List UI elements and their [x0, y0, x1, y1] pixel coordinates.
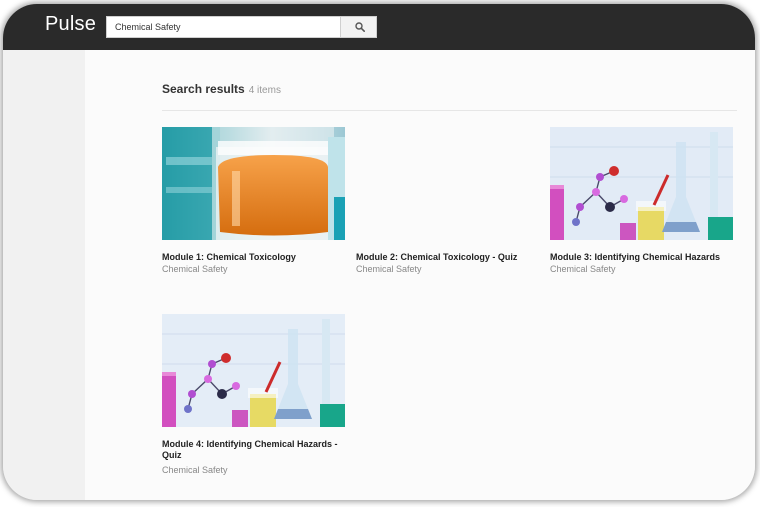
module-subtitle: Chemical Safety	[550, 264, 616, 274]
module-title[interactable]: Module 1: Chemical Toxicology	[162, 252, 346, 263]
results-count: 4 items	[248, 85, 281, 96]
brand-logo[interactable]: Pulse	[45, 13, 96, 36]
module-thumbnail-lab-glassware[interactable]	[162, 314, 345, 427]
search-icon	[355, 22, 365, 32]
search-results-area: Search results 4 items Module 1: Chemica…	[85, 50, 755, 500]
module-thumbnail-beakers[interactable]	[162, 127, 345, 240]
module-title[interactable]: Module 3: Identifying Chemical Hazards	[550, 252, 734, 263]
module-title[interactable]: Module 4: Identifying Chemical Hazards -…	[162, 439, 346, 461]
module-title[interactable]: Module 2: Chemical Toxicology - Quiz	[356, 252, 540, 263]
module-thumbnail-lab-glassware[interactable]	[550, 127, 733, 240]
module-subtitle: Chemical Safety	[162, 465, 228, 475]
search-button[interactable]	[340, 16, 377, 38]
left-sidebar	[3, 50, 85, 500]
results-divider	[162, 110, 737, 111]
module-subtitle: Chemical Safety	[356, 264, 422, 274]
app-window: Pulse Search results4 items	[3, 4, 755, 500]
top-navigation-bar: Pulse	[3, 4, 755, 50]
results-title: Search results	[162, 82, 245, 96]
search-input[interactable]	[106, 16, 340, 38]
results-heading: Search results 4 items	[162, 82, 281, 96]
module-subtitle: Chemical Safety	[162, 264, 228, 274]
